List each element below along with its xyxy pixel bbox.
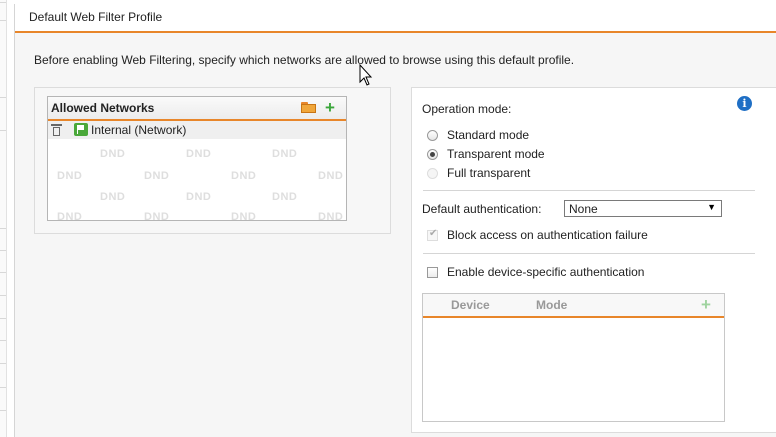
dnd-watermark: DND — [57, 211, 83, 223]
device-auth-checkbox[interactable] — [427, 267, 438, 278]
cursor-icon — [359, 64, 373, 86]
panel-title: Default Web Filter Profile — [29, 10, 163, 24]
web-filter-profile-panel: Default Web Filter Profile Before enabli… — [14, 4, 776, 437]
block-access-checkbox: ✔ — [427, 228, 438, 241]
dnd-watermark: DND — [272, 191, 298, 203]
dnd-watermark: DND — [186, 148, 212, 160]
authentication-select[interactable]: None ▼ — [564, 200, 722, 217]
dnd-watermark: DND — [231, 170, 257, 182]
folder-icon[interactable] — [301, 102, 316, 113]
dnd-watermark: DND — [144, 170, 170, 182]
dnd-watermark: DND — [318, 211, 344, 223]
transparent-mode-radio[interactable] — [427, 149, 438, 160]
intro-text: Before enabling Web Filtering, specify w… — [34, 53, 575, 67]
device-auth-table: Device Mode + — [422, 293, 725, 422]
network-row[interactable]: Internal (Network) — [48, 121, 346, 139]
allowed-networks-section: Allowed Networks + Internal (Network) DN… — [34, 87, 391, 234]
trash-icon[interactable] — [51, 124, 62, 136]
allowed-networks-header: Allowed Networks + — [48, 97, 346, 121]
allowed-networks-list[interactable]: Allowed Networks + Internal (Network) DN… — [47, 96, 347, 223]
panel-header: Default Web Filter Profile — [15, 4, 776, 33]
dnd-watermark: DND — [57, 170, 83, 182]
dnd-watermark: DND — [100, 148, 126, 160]
full-transparent-radio — [427, 168, 438, 179]
dnd-watermark: DND — [231, 211, 257, 223]
dnd-watermark: DND — [272, 148, 298, 160]
left-rail — [0, 0, 7, 437]
standard-mode-radio[interactable] — [427, 130, 438, 141]
chevron-down-icon: ▼ — [707, 202, 716, 212]
info-icon[interactable]: i — [737, 96, 752, 111]
divider — [423, 253, 755, 254]
full-transparent-label: Full transparent — [447, 166, 531, 180]
divider — [423, 190, 755, 191]
plus-icon[interactable]: + — [325, 97, 335, 118]
transparent-mode-label[interactable]: Transparent mode — [447, 147, 545, 161]
device-auth-label[interactable]: Enable device-specific authentication — [447, 265, 644, 279]
standard-mode-label[interactable]: Standard mode — [447, 128, 529, 142]
device-column-header: Device — [451, 298, 490, 312]
network-label: Internal (Network) — [91, 123, 187, 137]
default-authentication-label: Default authentication: — [422, 202, 542, 216]
mode-column-header: Mode — [536, 298, 568, 312]
settings-section: i Operation mode: Standard mode Transpar… — [411, 87, 776, 433]
network-icon — [74, 123, 88, 136]
authentication-select-value: None — [569, 202, 598, 216]
dnd-watermark: DND — [186, 191, 212, 203]
dnd-watermark: DND — [144, 211, 170, 223]
operation-mode-label: Operation mode: — [422, 102, 512, 116]
plus-icon[interactable]: + — [701, 294, 711, 315]
allowed-networks-title: Allowed Networks — [51, 101, 155, 115]
block-access-label: Block access on authentication failure — [447, 228, 648, 242]
device-auth-table-header: Device Mode + — [423, 294, 724, 318]
dnd-watermark: DND — [318, 170, 344, 182]
dnd-watermark: DND — [100, 191, 126, 203]
